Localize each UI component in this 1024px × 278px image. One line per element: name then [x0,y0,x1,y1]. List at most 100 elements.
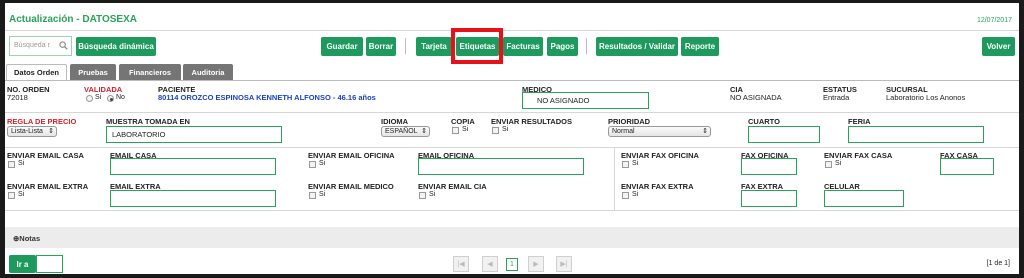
toolbar-separator [586,38,587,54]
no-orden-value: 72018 [7,93,28,102]
enviar-fax-casa-label: ENVIAR FAX CASA [824,151,893,160]
idioma-value: ESPAÑOL [385,128,418,135]
payments-button[interactable]: Pagos [547,37,578,56]
select-arrow-icon: ⇕ [421,128,427,135]
cuarto-label: CUARTO [748,117,780,126]
divider [5,112,1019,113]
search-input[interactable]: Búsqueda r [9,36,72,56]
section-divider [614,147,615,210]
sucursal-value: Laboratorio Los Anonos [886,93,966,102]
enviar-email-oficina-label: ENVIAR EMAIL OFICINA [308,151,395,160]
prioridad-select[interactable]: Normal ⇕ [608,126,711,137]
goto-button[interactable]: Ir a [9,255,36,273]
enviar-email-cia-checkbox[interactable] [419,192,426,199]
regla-precio-label: REGLA DE PRECIO [7,117,77,126]
idioma-select[interactable]: ESPAÑOL ⇕ [381,126,430,137]
page-info: [1 de 1] [986,260,1010,267]
current-page[interactable]: 1 [506,258,518,271]
email-casa-field[interactable] [110,158,276,175]
prev-page-icon[interactable]: ◀ [482,256,498,272]
enviar-fax-oficina-checkbox[interactable] [622,161,629,168]
enviar-fax-extra-checkbox[interactable] [622,192,629,199]
validada-no-radio[interactable] [107,95,114,102]
enviar-email-medico-label: ENVIAR EMAIL MEDICO [308,182,394,191]
copia-si-label: Si [462,126,469,133]
fax-oficina-field[interactable] [741,158,797,175]
enviar-resultados-si-label: Si [502,126,509,133]
copia-checkbox[interactable] [452,127,459,134]
muestra-label: MUESTRA TOMADA EN [106,117,190,126]
enviar-email-cia-label: ENVIAR EMAIL CIA [418,182,487,191]
enviar-email-extra-checkbox[interactable] [8,192,15,199]
cuarto-field[interactable] [748,126,820,143]
report-button[interactable]: Reporte [681,37,719,56]
enviar-email-medico-checkbox[interactable] [309,192,316,199]
divider [5,210,1019,211]
back-button[interactable]: Volver [982,37,1015,56]
enviar-resultados-label: ENVIAR RESULTADOS [491,117,572,126]
tab-pruebas[interactable]: Pruebas [70,64,116,80]
highlight-box [451,28,503,64]
validada-label: VALIDADA [84,85,123,94]
goto-page-input[interactable] [36,255,63,273]
idioma-label: IDIOMA [381,117,409,126]
enviar-fax-oficina-label: ENVIAR FAX OFICINA [621,151,699,160]
paciente-link[interactable]: 80114 OROZCO ESPINOSA KENNETH ALFONSO - … [158,93,376,102]
fax-extra-field[interactable] [741,190,797,207]
si-label: Si [18,160,25,167]
results-validate-button[interactable]: Resultados / Validar [596,37,678,56]
celular-field[interactable] [824,190,904,207]
copia-label: COPIA [451,117,475,126]
divider [5,147,1019,148]
enviar-fax-extra-label: ENVIAR FAX EXTRA [621,182,694,191]
notes-toggle[interactable]: ⊕Notas [5,227,1019,248]
search-icon[interactable] [59,41,68,50]
enviar-email-extra-label: ENVIAR EMAIL EXTRA [7,182,89,191]
cia-value: NO ASIGNADA [730,93,782,102]
si-label: Si [18,191,25,198]
validada-si-radio[interactable] [86,95,93,102]
muestra-field[interactable]: LABORATORIO [106,126,282,143]
si-label: Si [319,191,326,198]
dynamic-search-button[interactable]: Búsqueda dinámica [76,37,156,56]
si-label: Si [632,191,639,198]
enviar-fax-casa-checkbox[interactable] [825,161,832,168]
select-arrow-icon: ⇕ [702,128,708,135]
save-button[interactable]: Guardar [321,37,363,56]
divider [5,30,1019,31]
select-arrow-icon: ⇕ [48,128,54,135]
estatus-value: Entrada [823,93,850,102]
notes-label: Notas [19,234,41,243]
last-page-icon[interactable]: ▶| [556,256,572,272]
enviar-email-casa-label: ENVIAR EMAIL CASA [7,151,84,160]
regla-precio-value: Lista-Lista [11,128,43,135]
prioridad-label: PRIORIDAD [608,117,651,126]
fax-casa-field[interactable] [940,158,994,175]
si-label: Si [429,191,436,198]
current-date: 12/07/2017 [976,17,1012,24]
feria-label: FERIA [848,117,871,126]
tab-datos-orden[interactable]: Datos Orden [6,64,67,80]
invoices-button[interactable]: Facturas [503,37,543,56]
tab-financieros[interactable]: Financieros [119,64,181,80]
email-extra-field[interactable] [110,190,276,207]
page-title: Actualización - DATOSEXA [9,14,137,25]
enviar-resultados-checkbox[interactable] [492,127,499,134]
first-page-icon[interactable]: |◀ [453,256,469,272]
validada-no-label: No [116,94,125,101]
feria-field[interactable] [848,126,984,143]
toolbar-separator [405,38,406,54]
next-page-icon[interactable]: ▶ [528,256,544,272]
email-oficina-field[interactable] [418,158,584,175]
si-label: Si [835,160,842,167]
regla-precio-select[interactable]: Lista-Lista ⇕ [7,126,57,137]
enviar-email-oficina-checkbox[interactable] [309,161,316,168]
tab-auditoria[interactable]: Auditoria [183,64,233,80]
validada-si-label: Si [95,94,102,101]
delete-button[interactable]: Borrar [366,37,396,56]
search-placeholder: Búsqueda r [14,42,50,49]
medico-field[interactable]: NO ASIGNADO [522,92,649,109]
card-button[interactable]: Tarjeta [416,37,452,56]
tab-divider [5,80,1019,81]
enviar-email-casa-checkbox[interactable] [8,161,15,168]
